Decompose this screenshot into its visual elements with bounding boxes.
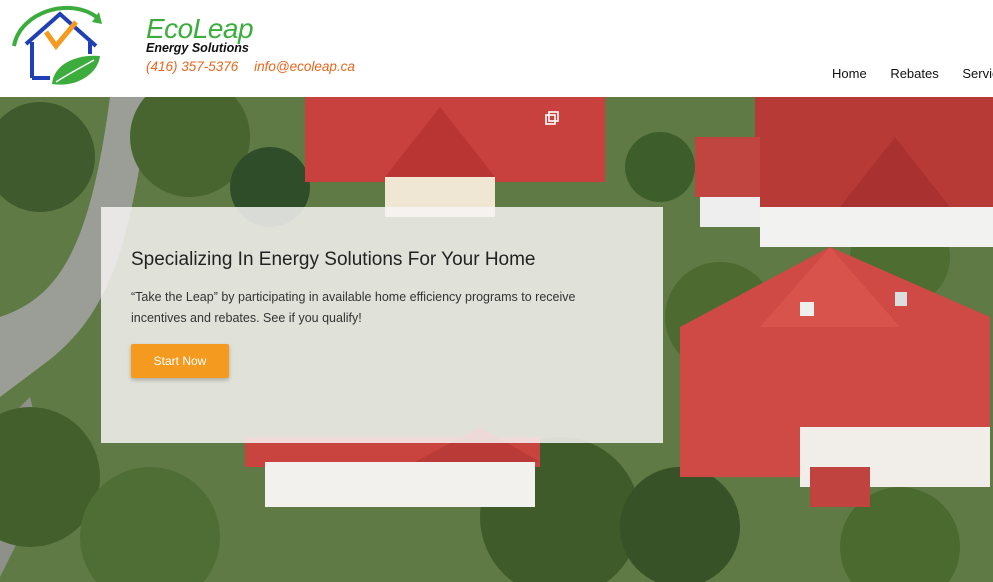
hero-section: Specializing In Energy Solutions For You… <box>0 97 993 582</box>
main-nav: Home Rebates Services <box>832 66 993 81</box>
hero-card: Specializing In Energy Solutions For You… <box>101 207 663 443</box>
brand-tagline: Energy Solutions <box>146 41 249 55</box>
hero-title: Specializing In Energy Solutions For You… <box>131 249 536 270</box>
video-expand-icon[interactable] <box>545 111 559 125</box>
site-header: EcoLeap Energy Solutions (416) 357-5376 … <box>0 0 993 97</box>
hero-text: “Take the Leap” by participating in avai… <box>131 290 576 325</box>
email-link[interactable]: info@ecoleap.ca <box>254 59 355 74</box>
phone-link[interactable]: (416) 357-5376 <box>146 59 238 74</box>
brand-name[interactable]: EcoLeap <box>146 14 254 44</box>
house-leaf-logo[interactable] <box>10 2 105 90</box>
nav-rebates[interactable]: Rebates <box>890 66 938 81</box>
contact-info: (416) 357-5376 info@ecoleap.ca <box>146 59 355 74</box>
start-now-button[interactable]: Start Now <box>131 344 229 378</box>
nav-home[interactable]: Home <box>832 66 867 81</box>
nav-services[interactable]: Services <box>962 66 993 81</box>
brand: EcoLeap Energy Solutions <box>146 14 254 56</box>
